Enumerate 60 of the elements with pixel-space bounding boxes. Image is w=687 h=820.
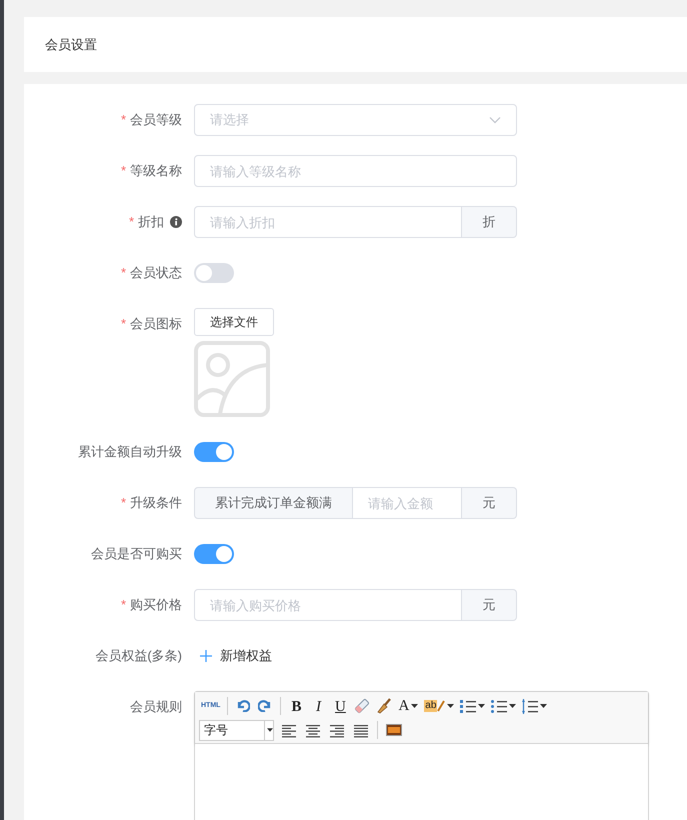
input-prefix: 累计完成订单金额满 (194, 487, 353, 519)
pencil-icon (437, 700, 446, 712)
field-label: 升级条件 (130, 494, 182, 512)
highlight-button[interactable]: ab (422, 696, 456, 716)
field-label: 会员状态 (130, 264, 182, 282)
align-center-icon (306, 722, 320, 738)
align-justify-icon (354, 722, 368, 738)
field-label: 会员图标 (130, 315, 182, 334)
chevron-down-icon (489, 116, 501, 124)
field-label: 会员规则 (130, 698, 182, 716)
redo-icon (258, 700, 272, 712)
caret-icon (540, 704, 548, 708)
required-mark: * (120, 494, 126, 512)
image-placeholder-icon (194, 341, 270, 417)
underline-button[interactable]: U (330, 696, 350, 716)
plus-icon (200, 650, 212, 662)
required-mark: * (120, 264, 126, 282)
input-suffix: 元 (462, 487, 517, 519)
input-suffix: 折 (462, 206, 517, 238)
required-mark: * (128, 213, 134, 232)
bold-button[interactable]: B (286, 696, 306, 716)
input-field[interactable]: 请输入等级名称 (194, 155, 517, 187)
caret-icon (478, 704, 486, 708)
required-mark: * (120, 162, 126, 180)
field-label: 购买价格 (130, 596, 182, 614)
field-label: 等级名称 (130, 162, 182, 180)
field-label: 会员等级 (130, 111, 182, 130)
required-mark: * (120, 111, 126, 130)
font-size-select[interactable]: 字号 (199, 720, 274, 740)
field-label: 会员权益(多条) (95, 647, 182, 666)
toggle-switch[interactable] (194, 544, 234, 564)
add-benefit-link[interactable]: 新增权益 (194, 640, 272, 672)
toggle-switch[interactable] (194, 442, 234, 462)
undo-icon (236, 700, 250, 712)
caret-icon (509, 704, 516, 708)
caret-icon (411, 704, 418, 708)
italic-button[interactable]: I (308, 696, 328, 716)
align-left-icon (282, 722, 296, 738)
field-label: 会员是否可购买 (91, 545, 182, 564)
required-mark: * (120, 315, 126, 334)
toggle-switch[interactable] (194, 263, 234, 283)
font-color-button[interactable]: A (396, 696, 420, 716)
page-title: 会员设置 (45, 36, 97, 54)
brush-icon (376, 698, 392, 714)
caret-icon (267, 728, 273, 732)
input-field[interactable]: 请输入购买价格 (194, 589, 462, 621)
ordered-list-icon (460, 698, 476, 714)
input-field[interactable]: 请输入折扣 (194, 206, 462, 238)
required-mark: * (120, 596, 126, 614)
image-icon (386, 724, 402, 736)
input-field[interactable]: 请输入金额 (353, 487, 462, 519)
bullet-list-icon (491, 698, 508, 714)
caret-icon (447, 704, 454, 708)
choose-file-button[interactable]: 选择文件 (194, 308, 274, 336)
input-suffix: 元 (462, 589, 517, 621)
field-label: 折扣 (138, 213, 164, 232)
align-right-icon (330, 722, 344, 738)
line-height-icon (522, 698, 538, 714)
line-height-button[interactable] (520, 696, 550, 716)
field-label: 累计金额自动升级 (78, 443, 182, 462)
